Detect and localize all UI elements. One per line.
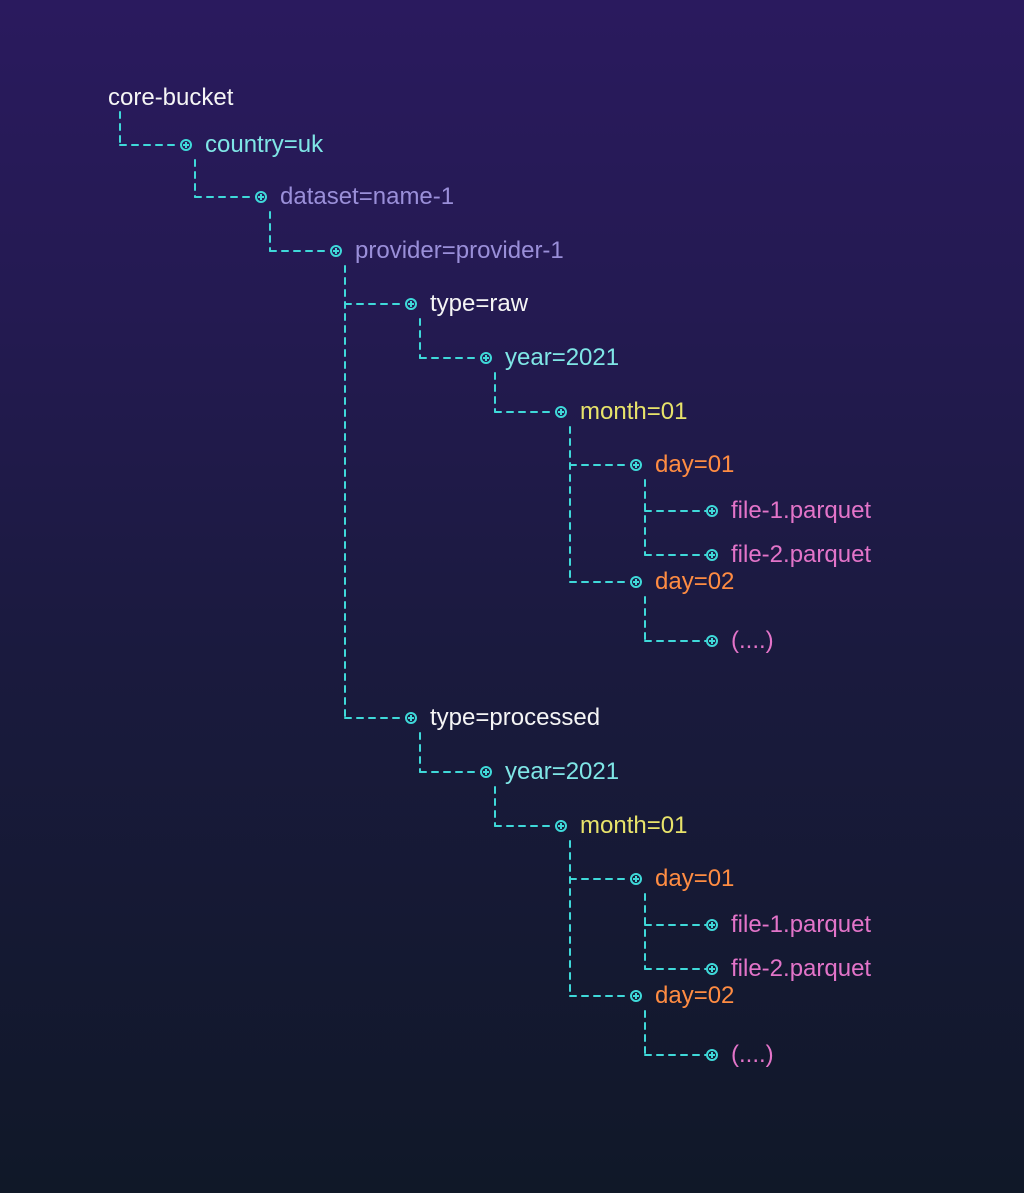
node-bullet-icon [630, 873, 642, 885]
node-bullet-icon [330, 245, 342, 257]
node-bullet-icon [405, 298, 417, 310]
tree-node-day-raw-1: day=01 [655, 453, 734, 477]
tree-node-day-processed-2: day=02 [655, 984, 734, 1008]
tree-node-month-processed: month=01 [580, 814, 687, 838]
node-bullet-icon [555, 820, 567, 832]
node-bullet-icon [706, 505, 718, 517]
node-bullet-icon [480, 766, 492, 778]
node-bullet-icon [480, 352, 492, 364]
tree-root: core-bucket [108, 86, 233, 110]
tree-node-month-raw: month=01 [580, 400, 687, 424]
node-bullet-icon [706, 1049, 718, 1061]
tree-node-day-raw-2: day=02 [655, 570, 734, 594]
node-bullet-icon [180, 139, 192, 151]
node-bullet-icon [706, 963, 718, 975]
tree-node-year-processed: year=2021 [505, 760, 619, 784]
tree-node-day-processed-1: day=01 [655, 867, 734, 891]
tree-node-dataset: dataset=name-1 [280, 185, 454, 209]
node-bullet-icon [405, 712, 417, 724]
tree-leaf-file-processed-1: file-1.parquet [731, 913, 871, 937]
tree-connectors [0, 0, 1024, 1193]
node-bullet-icon [706, 549, 718, 561]
tree-node-year-raw: year=2021 [505, 346, 619, 370]
node-bullet-icon [255, 191, 267, 203]
tree-node-provider: provider=provider-1 [355, 239, 564, 263]
tree-leaf-file-processed-2: file-2.parquet [731, 957, 871, 981]
tree-leaf-ellipsis-processed: (....) [731, 1043, 774, 1067]
tree-leaf-file-raw-1: file-1.parquet [731, 499, 871, 523]
node-bullet-icon [630, 576, 642, 588]
tree-node-type-processed: type=processed [430, 706, 600, 730]
tree-leaf-file-raw-2: file-2.parquet [731, 543, 871, 567]
tree-node-country: country=uk [205, 133, 323, 157]
node-bullet-icon [706, 635, 718, 647]
tree-node-type-raw: type=raw [430, 292, 528, 316]
node-bullet-icon [706, 919, 718, 931]
node-bullet-icon [555, 406, 567, 418]
node-bullet-icon [630, 459, 642, 471]
tree-leaf-ellipsis-raw: (....) [731, 629, 774, 653]
node-bullet-icon [630, 990, 642, 1002]
